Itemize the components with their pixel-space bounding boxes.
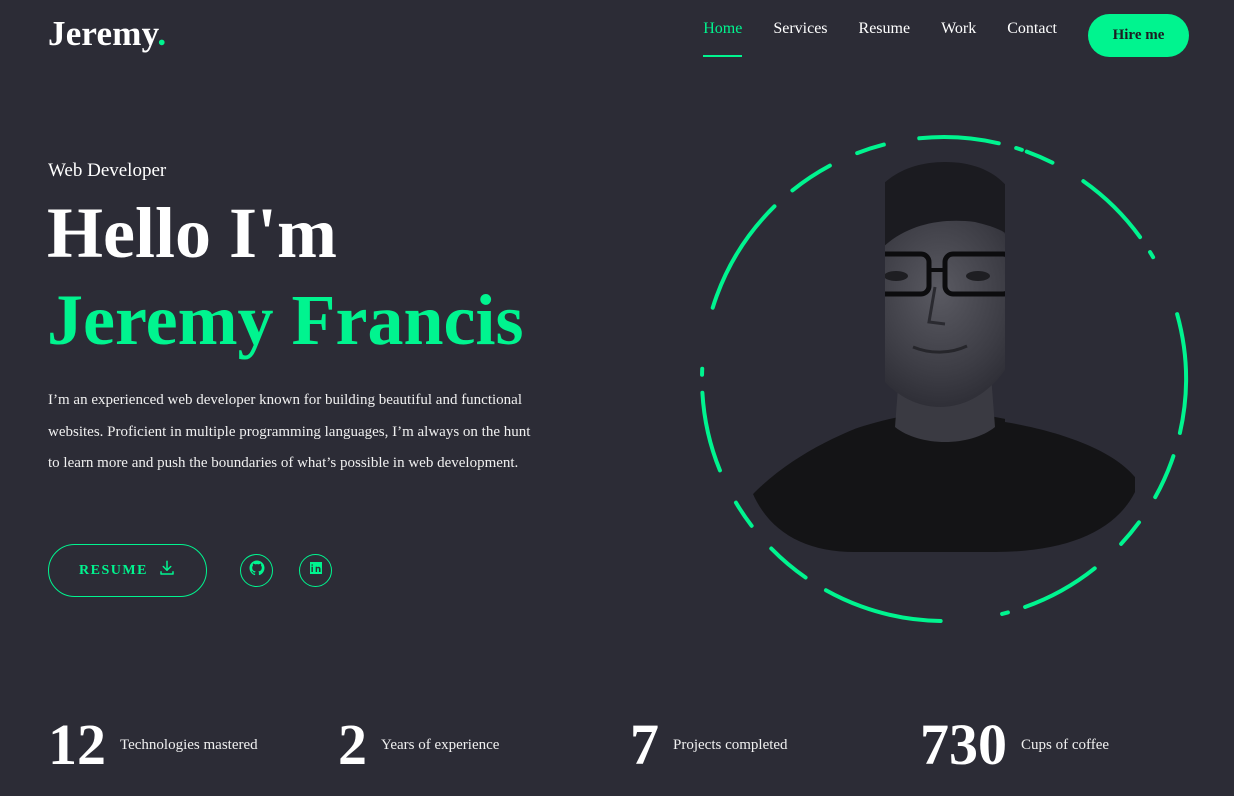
- main-nav: Home Services Resume Work Contact: [703, 20, 1057, 57]
- stat-label: Years of experience: [381, 736, 500, 753]
- nav-contact[interactable]: Contact: [1007, 20, 1057, 56]
- resume-button-label: RESUME: [79, 562, 148, 578]
- github-icon: [248, 559, 266, 582]
- resume-download-button[interactable]: RESUME: [48, 544, 207, 597]
- stat-label: Cups of coffee: [1021, 736, 1110, 753]
- hero-greeting: Hello I'm: [47, 193, 337, 273]
- stat-coffee: 730 Cups of coffee: [920, 712, 1109, 778]
- portrait-photo: [700, 135, 1188, 623]
- stat-value: 2: [338, 712, 367, 777]
- logo-dot: .: [157, 14, 167, 53]
- portrait-area: [695, 132, 1193, 626]
- nav-resume[interactable]: Resume: [859, 20, 911, 56]
- stat-technologies: 12 Technologies mastered: [48, 712, 258, 778]
- site-logo[interactable]: Jeremy.: [48, 14, 166, 54]
- stat-value: 7: [630, 712, 659, 777]
- logo-text: Jeremy: [48, 14, 158, 53]
- linkedin-link[interactable]: [299, 554, 332, 587]
- download-icon: [158, 559, 176, 582]
- stat-value: 12: [48, 712, 106, 777]
- stat-label: Technologies mastered: [120, 736, 258, 753]
- stat-value: 730: [920, 712, 1007, 777]
- hero-name: Jeremy Francis: [47, 280, 524, 360]
- hire-me-button[interactable]: Hire me: [1088, 14, 1189, 57]
- stat-experience: 2 Years of experience: [338, 712, 499, 778]
- hero-bio: I’m an experienced web developer known f…: [48, 392, 531, 471]
- nav-work[interactable]: Work: [941, 20, 976, 56]
- linkedin-icon: [308, 560, 324, 581]
- nav-home[interactable]: Home: [703, 20, 743, 57]
- github-link[interactable]: [240, 554, 273, 587]
- nav-services[interactable]: Services: [773, 20, 827, 56]
- stat-label: Projects completed: [673, 736, 788, 753]
- stats-bar: 12 Technologies mastered 2 Years of expe…: [0, 712, 1234, 782]
- stat-projects: 7 Projects completed: [630, 712, 788, 778]
- hero-role: Web Developer: [48, 160, 167, 181]
